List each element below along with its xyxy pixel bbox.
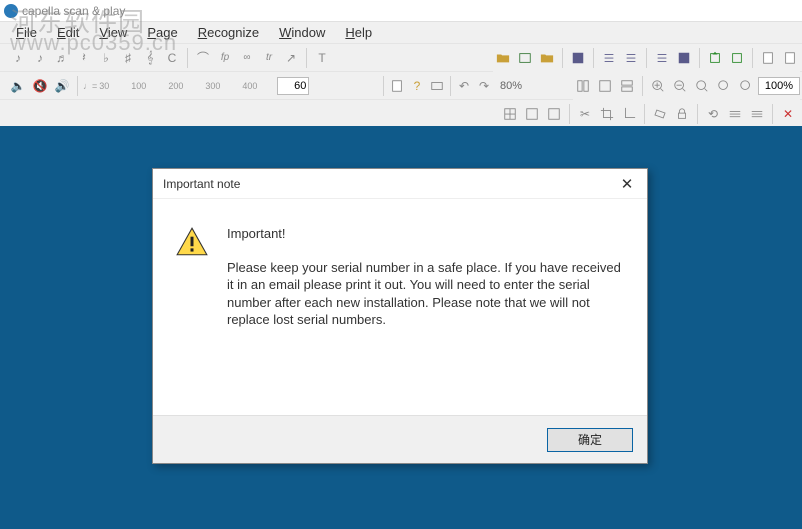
close-icon[interactable]: ✕ — [615, 172, 639, 196]
grid3-icon[interactable] — [544, 104, 564, 124]
ok-button[interactable]: 确定 — [547, 428, 633, 452]
redo-icon[interactable]: ↷ — [474, 76, 494, 96]
dynamic-fp-icon[interactable]: fp — [215, 48, 235, 68]
menubar: File Edit View Page Recognize Window Hel… — [0, 22, 802, 44]
zoom-fit-icon[interactable] — [692, 76, 712, 96]
lock-icon[interactable] — [672, 104, 692, 124]
ruler-400: 400 — [242, 81, 257, 91]
crop2-icon[interactable] — [619, 104, 639, 124]
app-title: capella scan & play — [22, 4, 125, 18]
time-sig-icon[interactable]: C — [162, 48, 182, 68]
save2-icon[interactable] — [674, 48, 694, 68]
cut-icon[interactable]: ✂ — [575, 104, 595, 124]
toolbar-row-2: 🔈 🔇 🔊 ♩= 30 100 200 300 400 ? ↶ ↷ 80% 10… — [0, 72, 802, 100]
config-icon[interactable] — [427, 76, 447, 96]
treble-clef-icon[interactable]: 𝄞 — [140, 48, 160, 68]
ruler-200: 200 — [168, 81, 183, 91]
dialog-body-text: Please keep your serial number in a safe… — [227, 259, 625, 329]
zoom-out-icon[interactable] — [670, 76, 690, 96]
speaker2-icon[interactable]: 🔊 — [52, 76, 72, 96]
crop-icon[interactable] — [597, 104, 617, 124]
ruler-label: ♩= — [83, 81, 97, 91]
important-note-dialog: Important note ✕ Important! Please keep … — [152, 168, 648, 464]
trill-icon[interactable]: tr — [259, 48, 279, 68]
ruler-30: 30 — [99, 81, 109, 91]
menu-file[interactable]: File — [8, 23, 45, 42]
layout3-icon[interactable] — [617, 76, 637, 96]
hstaff-icon[interactable] — [725, 104, 745, 124]
rest-icon[interactable]: 𝄽 — [74, 48, 94, 68]
zoom-in-icon[interactable] — [648, 76, 668, 96]
zoom-width-icon[interactable] — [736, 76, 756, 96]
zoom-pct-label: 80% — [500, 80, 522, 92]
hstaff2-icon[interactable] — [747, 104, 767, 124]
note-icon-3[interactable]: ♬ — [52, 48, 72, 68]
ruler-100: 100 — [131, 81, 146, 91]
titlebar: capella scan & play — [0, 0, 802, 22]
grid2-icon[interactable] — [522, 104, 542, 124]
tempo-input[interactable] — [277, 77, 309, 95]
warning-icon — [175, 225, 209, 259]
dialog-titlebar: Important note ✕ — [153, 169, 647, 199]
menu-view[interactable]: View — [91, 23, 135, 42]
doc2-icon[interactable] — [780, 48, 800, 68]
arrow-icon[interactable]: ↗ — [281, 48, 301, 68]
layout-icon[interactable] — [573, 76, 593, 96]
list2-icon[interactable] — [621, 48, 641, 68]
note-icon-2[interactable]: ♪ — [30, 48, 50, 68]
app-icon — [4, 4, 18, 18]
mute-icon[interactable]: 🔇 — [30, 76, 50, 96]
open2-icon[interactable] — [537, 48, 557, 68]
speaker-icon[interactable]: 🔈 — [8, 76, 28, 96]
toolbar-row-3: ✂ ⟲ ✕ — [0, 100, 802, 128]
grid-icon[interactable] — [500, 104, 520, 124]
zoom-page-icon[interactable] — [714, 76, 734, 96]
erase-icon[interactable] — [650, 104, 670, 124]
flat-icon[interactable]: ♭ — [96, 48, 116, 68]
export-icon[interactable] — [705, 48, 725, 68]
export2-icon[interactable] — [727, 48, 747, 68]
menu-recognize[interactable]: Recognize — [190, 23, 267, 42]
sharp-icon[interactable]: ♯ — [118, 48, 138, 68]
dialog-heading: Important! — [227, 225, 625, 243]
doc3-icon[interactable] — [387, 76, 407, 96]
save-icon[interactable] — [568, 48, 588, 68]
ruler-300: 300 — [205, 81, 220, 91]
layout2-icon[interactable] — [595, 76, 615, 96]
dialog-title-text: Important note — [163, 177, 240, 191]
ornament-icon[interactable]: ∞ — [237, 48, 257, 68]
note-icon[interactable]: ♪ — [8, 48, 28, 68]
help-icon[interactable]: ? — [407, 76, 427, 96]
delete-icon[interactable]: ✕ — [778, 104, 798, 124]
undo-icon[interactable]: ↶ — [454, 76, 474, 96]
menu-help[interactable]: Help — [337, 23, 380, 42]
slur-icon[interactable]: ⌒ — [193, 48, 213, 68]
doc-icon[interactable] — [758, 48, 778, 68]
scan-icon[interactable] — [515, 48, 535, 68]
rotate-icon[interactable]: ⟲ — [703, 104, 723, 124]
open-icon[interactable] — [493, 48, 513, 68]
text-tool-icon[interactable]: T — [312, 48, 332, 68]
list3-icon[interactable] — [652, 48, 672, 68]
menu-edit[interactable]: Edit — [49, 23, 87, 42]
list-icon[interactable] — [599, 48, 619, 68]
toolbar-row-1: ♪ ♪ ♬ 𝄽 ♭ ♯ 𝄞 C ⌒ fp ∞ tr ↗ T — [0, 44, 802, 72]
menu-window[interactable]: Window — [271, 23, 333, 42]
zoom-value-box[interactable]: 100% — [758, 77, 800, 95]
menu-page[interactable]: Page — [139, 23, 185, 42]
